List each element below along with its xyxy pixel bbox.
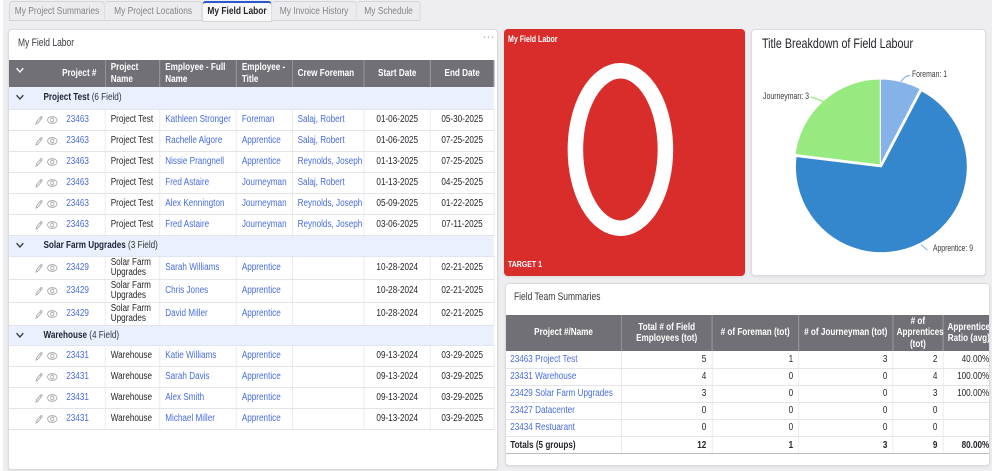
svg-text:Apprentice: 9: Apprentice: 9 bbox=[933, 243, 973, 253]
svg-text:Journeyman: 3: Journeyman: 3 bbox=[763, 91, 809, 101]
svg-text:Foreman: 1: Foreman: 1 bbox=[912, 69, 947, 79]
